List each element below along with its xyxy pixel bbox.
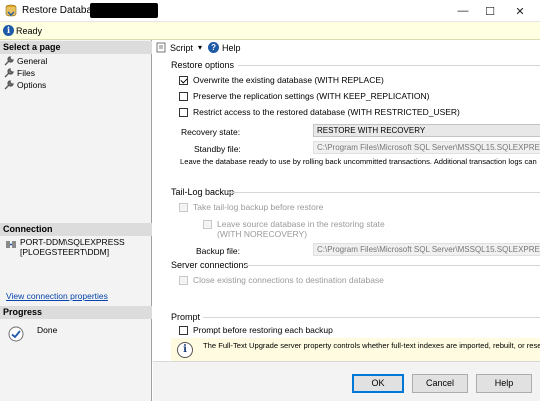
script-button[interactable]: Script ▾ <box>156 42 202 53</box>
recovery-state-label: Recovery state: <box>181 127 241 137</box>
leave-source-label-line2: (WITH NORECOVERY) <box>217 229 308 239</box>
prompt-title: Prompt <box>171 312 201 322</box>
recovery-description: Leave the database ready to use by rolli… <box>180 157 537 166</box>
preserve-replication-checkbox[interactable] <box>179 91 188 101</box>
connection-info: PORT-DDM\SQLEXPRESS [PLOEGSTEERT\DDM] <box>20 237 125 257</box>
overwrite-option[interactable]: Overwrite the existing database (WITH RE… <box>179 75 384 85</box>
leave-source-checkbox[interactable] <box>203 220 212 229</box>
divider <box>238 65 540 66</box>
backup-file-label: Backup file: <box>196 246 240 256</box>
divider <box>203 317 540 318</box>
help-label: Help <box>222 42 241 53</box>
connection-header: Connection <box>0 223 152 236</box>
progress-done-icon <box>8 326 24 342</box>
help-button[interactable]: Help <box>476 374 532 393</box>
help-icon: ? <box>208 42 220 53</box>
connection-icon <box>6 241 16 248</box>
take-tail-log-checkbox[interactable] <box>179 202 188 212</box>
status-bar: i Ready <box>0 22 540 40</box>
fulltext-info-box: i The Full-Text Upgrade server property … <box>171 338 540 361</box>
close-button[interactable]: ✕ <box>507 0 533 22</box>
wrench-icon <box>4 56 14 66</box>
preserve-replication-label: Preserve the replication settings (WITH … <box>193 91 430 101</box>
take-tail-log-option[interactable]: Take tail-log backup before restore <box>179 202 323 212</box>
maximize-button[interactable]: ☐ <box>477 0 503 22</box>
close-connections-checkbox[interactable] <box>179 275 188 285</box>
title-bar: Restore Database - — ☐ ✕ <box>0 0 540 22</box>
page-item-files[interactable]: Files <box>4 68 35 78</box>
view-connection-properties-link[interactable]: View connection properties <box>6 291 108 301</box>
progress-text: Done <box>37 325 58 335</box>
prompt-before-option[interactable]: Prompt before restoring each backup <box>179 325 333 335</box>
redacted-database-name <box>90 3 158 18</box>
overwrite-checkbox[interactable] <box>179 75 188 85</box>
progress-header: Progress <box>0 306 152 319</box>
server-connections-title: Server connections <box>171 260 249 270</box>
recovery-state-select[interactable]: RESTORE WITH RECOVERY <box>313 124 540 137</box>
status-text: Ready <box>16 26 43 36</box>
leave-source-label-line1: Leave source database in the restoring s… <box>217 219 385 229</box>
ok-button[interactable]: OK <box>352 374 404 393</box>
prompt-before-label: Prompt before restoring each backup <box>193 325 333 335</box>
fulltext-info-text: The Full-Text Upgrade server property co… <box>203 341 540 350</box>
leave-source-option[interactable]: Leave source database in the restoring s… <box>203 219 385 239</box>
backup-file-field[interactable]: C:\Program Files\Microsoft SQL Server\MS… <box>313 243 540 256</box>
divider <box>243 265 540 266</box>
chevron-down-icon[interactable]: ▾ <box>198 43 202 52</box>
page-item-label: Options <box>17 80 47 90</box>
select-page-header: Select a page <box>0 41 152 54</box>
wrench-icon <box>4 80 14 90</box>
divider <box>228 192 540 193</box>
restrict-access-label: Restrict access to the restored database… <box>193 107 460 117</box>
leave-source-label: Leave source database in the restoring s… <box>217 219 385 239</box>
script-icon <box>156 42 166 53</box>
standby-file-label: Standby file: <box>194 144 241 154</box>
prompt-before-checkbox[interactable] <box>179 325 188 335</box>
minimize-button[interactable]: — <box>450 0 476 22</box>
info-icon: i <box>177 342 193 358</box>
restrict-access-option[interactable]: Restrict access to the restored database… <box>179 107 460 117</box>
close-connections-option[interactable]: Close existing connections to destinatio… <box>179 275 384 285</box>
options-pane: Script ▾ ? Help Restore options Overwrit… <box>153 40 540 361</box>
tail-log-title: Tail-Log backup <box>171 187 235 197</box>
script-label: Script <box>170 42 194 53</box>
left-pane: Select a page General Files Options Conn… <box>0 40 152 401</box>
standby-file-field[interactable]: C:\Program Files\Microsoft SQL Server\MS… <box>313 141 540 154</box>
page-item-general[interactable]: General <box>4 56 47 66</box>
database-restore-icon <box>5 4 17 17</box>
help-toolbar-button[interactable]: ? Help <box>208 42 241 53</box>
connection-server: PORT-DDM\SQLEXPRESS <box>20 237 125 247</box>
preserve-replication-option[interactable]: Preserve the replication settings (WITH … <box>179 91 430 101</box>
page-item-options[interactable]: Options <box>4 80 46 90</box>
overwrite-label: Overwrite the existing database (WITH RE… <box>193 75 384 85</box>
restrict-access-checkbox[interactable] <box>179 107 188 117</box>
connection-user: [PLOEGSTEERT\DDM] <box>20 247 110 257</box>
wrench-icon <box>4 68 14 78</box>
info-icon: i <box>3 25 14 36</box>
page-item-label: Files <box>17 68 35 78</box>
cancel-button[interactable]: Cancel <box>412 374 468 393</box>
dialog-footer: OK Cancel Help <box>153 361 540 401</box>
toolbar: Script ▾ ? Help <box>156 42 247 53</box>
take-tail-log-label: Take tail-log backup before restore <box>193 202 324 212</box>
close-connections-label: Close existing connections to destinatio… <box>193 275 384 285</box>
page-item-label: General <box>17 56 48 66</box>
restore-options-title: Restore options <box>171 60 235 70</box>
